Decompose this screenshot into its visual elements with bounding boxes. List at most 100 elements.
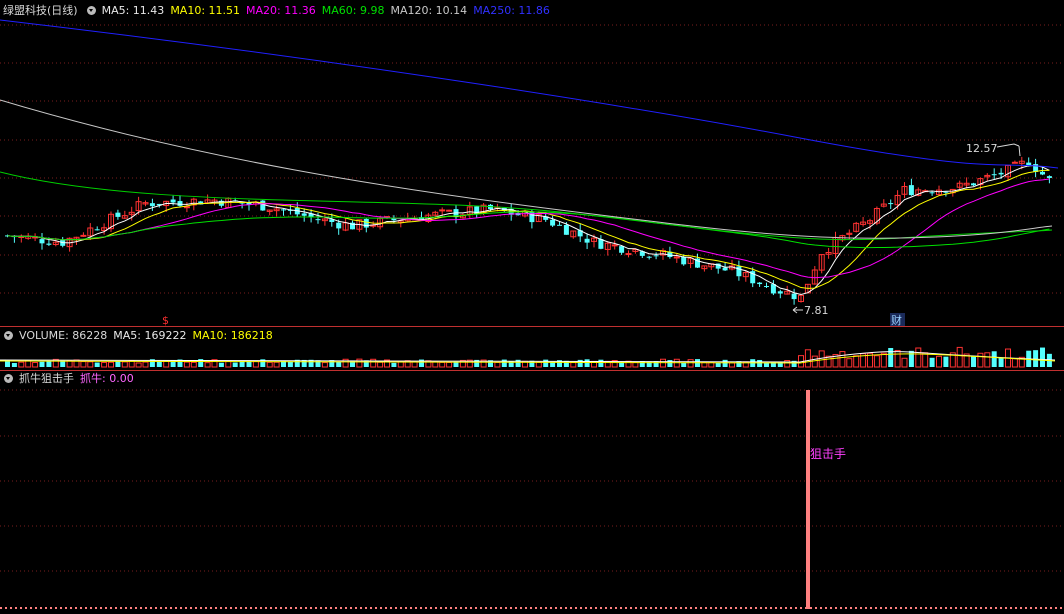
candle-body [46,243,52,245]
volume-bar [439,361,446,368]
volume-bar [936,355,942,368]
volume-bar [11,362,17,367]
candle-body [363,218,369,228]
volume-bar [336,361,342,367]
candle-body [301,213,307,216]
volume-bar [915,347,922,368]
volume-bar [687,359,694,368]
dividend-marker: $ [162,314,169,327]
volume-bar [108,361,114,368]
volume-bar [60,360,66,367]
candle-body [315,219,321,221]
candle-body [183,206,190,209]
volume-bar [135,362,142,368]
ma250-line [0,19,1059,169]
volume-bar [232,362,238,367]
candle-body [584,238,590,243]
volume-bar [839,351,846,368]
ma120-line [0,99,1053,239]
volume-bar [667,360,673,367]
volume-bar [377,361,384,368]
volume-bar [183,361,190,368]
volume-bar [446,361,453,368]
low-marker-arrow [792,306,803,314]
volume-bar [115,361,121,367]
candle-body [681,256,687,265]
high-price-label: 12.57 [966,142,998,155]
volume-bar [922,352,929,368]
candle-body [177,201,183,206]
volume-bar [722,359,728,367]
candle-body [943,191,949,193]
volume-bar [356,358,363,368]
volume-bar [94,362,100,367]
volume-bar [956,346,963,368]
volume-bar [598,359,604,367]
grid-lines [0,24,1064,572]
volume-bar [218,362,224,367]
candle-body [908,185,914,196]
candle-body [619,246,625,253]
volume-bar [321,362,328,368]
volume-bar [535,361,542,368]
volume-bar [266,361,273,368]
volume-bar [971,356,976,367]
volume-bar [873,355,880,368]
financial-marker: 财 [891,313,902,327]
candle-body [611,244,618,247]
volume-bar [543,359,549,367]
moving-average-lines [0,19,1059,296]
volume-bar [156,361,162,367]
volume-bar [1033,350,1039,367]
candle-body [1040,171,1045,175]
volume-bar [501,359,507,367]
volume-bar [901,357,908,368]
ma5-line [7,164,1050,296]
volume-bar [894,349,901,368]
candle-body [550,219,556,226]
volume-bar [87,361,94,368]
ma20-line [7,178,1050,279]
candle-body [115,212,121,217]
candle-body [39,239,45,244]
candle-body [791,293,797,300]
candle-body [170,199,176,203]
volume-bar [204,362,211,368]
volume-bar [811,355,818,368]
candle-body [80,234,87,237]
volume-bar [943,356,949,367]
volume-bar [757,359,763,367]
candle-body [563,224,569,235]
volume-bar [853,355,860,368]
candle-body [625,253,632,256]
candle-body [260,200,266,211]
candle-body [673,256,680,259]
candle-body [757,282,763,285]
candle-body [149,203,155,207]
candle-body [336,222,342,229]
candle-body [998,172,1004,175]
volume-bar [190,361,197,368]
candle-body [929,192,935,194]
volume-bar [142,361,149,368]
candle-body [764,286,769,288]
candle-body [653,255,659,257]
candle-body [439,209,446,212]
volume-bar [984,352,991,368]
kline-chart[interactable]: 12.57 7.81 $ 财 狙击手 [0,0,1064,614]
candle-body [722,267,728,271]
volume-bar [908,350,914,367]
volume-bar [391,362,397,367]
signal-label: 狙击手 [810,447,846,461]
volume-bar [991,351,997,367]
ma60-line [7,211,1050,249]
volume-bar [715,362,721,367]
volume-bar [18,361,25,368]
candles [5,156,1052,305]
volume-bar [101,362,108,368]
candle-body [1046,176,1052,178]
volume-bars [0,346,1056,368]
volume-bar [998,357,1004,367]
volume-bar [1011,358,1018,368]
volume-bar [273,361,280,368]
